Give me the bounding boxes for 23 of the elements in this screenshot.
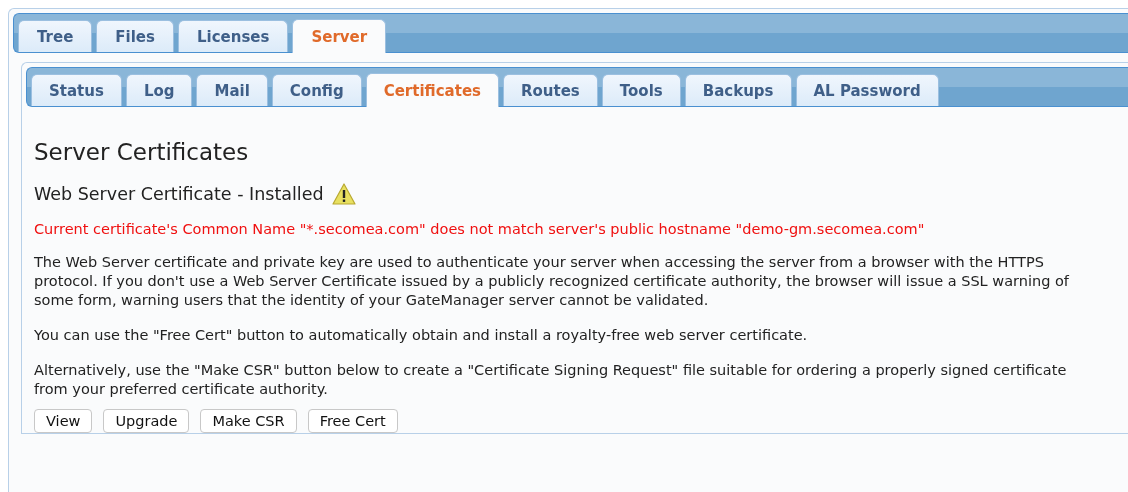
- tab[interactable]: Config: [271, 74, 362, 106]
- tab[interactable]: Certificates: [365, 73, 499, 107]
- page-heading: Server Certificates: [34, 139, 250, 165]
- tab[interactable]: Mail: [196, 74, 268, 106]
- section-heading: Web Server Certificate - Installed: [34, 184, 324, 204]
- action-button[interactable]: Make CSR: [200, 409, 297, 433]
- action-button[interactable]: Free Cert: [307, 409, 398, 433]
- tab[interactable]: Licenses: [177, 20, 289, 52]
- tab[interactable]: Tree: [18, 20, 93, 52]
- action-button[interactable]: Upgrade: [103, 409, 190, 433]
- tab[interactable]: Server: [292, 19, 387, 53]
- tab[interactable]: AL Password: [795, 74, 939, 106]
- paragraph: The Web Server certificate and private key are used to authenticate your server when accessing the server from a browser with the HTTPS protocol. If you don't use a Web Server Certificate issued by a publicly recognized certificate authority, the browser will issue a SSL warning of some form, warning users that the identity of your GateManager server cannot be validated.: [34, 253, 1070, 310]
- tab[interactable]: Tools: [601, 74, 681, 106]
- tab[interactable]: Log: [125, 74, 193, 106]
- action-button[interactable]: View: [34, 409, 93, 433]
- warning-message: Current certificate's Common Name "*.secomea.com" does not match server's public hostname "demo-gm.secomea.com": [34, 221, 926, 237]
- tab[interactable]: Backups: [684, 74, 792, 106]
- tab[interactable]: Files: [96, 20, 174, 52]
- paragraph: You can use the "Free Cert" button to automatically obtain and install a royalty-free web server certificate.: [34, 326, 809, 345]
- tab[interactable]: Routes: [503, 74, 598, 106]
- tab[interactable]: Status: [31, 74, 122, 106]
- paragraph: Alternatively, use the "Make CSR" button below to create a "Certificate Signing Request" file suitable for ordering a properly signed certificate from your preferred certificate authority.: [34, 361, 1068, 399]
